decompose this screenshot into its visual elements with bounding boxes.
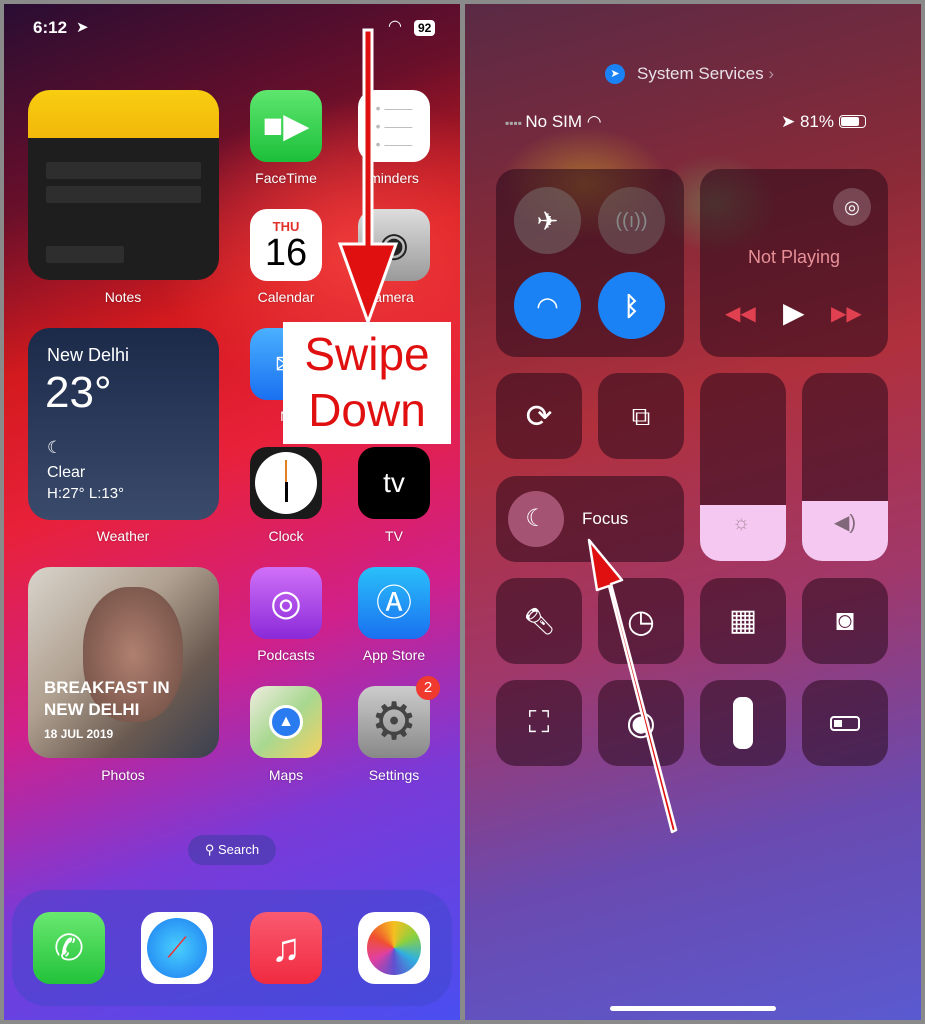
music-app[interactable]: ♫ xyxy=(250,912,322,984)
photos-app[interactable] xyxy=(358,912,430,984)
swipe-down-annotation: Swipe Down xyxy=(283,322,451,444)
podcasts-label: Podcasts xyxy=(257,647,315,663)
apple-tv-logo: tv xyxy=(383,467,405,498)
appstore-app[interactable]: Ⓐ xyxy=(358,567,430,639)
photo-memory-title: BREAKFAST IN NEW DELHI xyxy=(44,678,170,719)
gear-icon: ⚙ xyxy=(370,693,418,751)
settings-badge: 2 xyxy=(416,676,440,700)
photos-widget[interactable]: BREAKFAST IN NEW DELHI 18 JUL 2019 xyxy=(28,567,219,758)
appstore-label: App Store xyxy=(362,647,426,663)
moon-icon: ☾ xyxy=(47,438,63,457)
weather-range: H:27° L:13° xyxy=(47,485,125,502)
maps-label: Maps xyxy=(268,767,304,783)
photo-date: 18 JUL 2019 xyxy=(44,727,114,741)
clock-app[interactable] xyxy=(250,447,322,519)
appstore-icon: Ⓐ xyxy=(375,582,412,623)
weather-widget[interactable]: New Delhi 23° ☾ Clear H:27° L:13° xyxy=(28,328,219,520)
maps-app[interactable]: ▲ xyxy=(250,686,322,758)
clock-face-icon xyxy=(255,452,317,514)
focus-pointer-arrow xyxy=(587,538,678,834)
safari-app[interactable]: ⟋ xyxy=(141,912,213,984)
music-note-icon: ♫ xyxy=(271,926,301,970)
podcast-icon: ◎ xyxy=(270,582,302,623)
tv-app[interactable]: tv xyxy=(358,447,430,519)
photos-label: Photos xyxy=(101,767,145,783)
podcasts-app[interactable]: ◎ xyxy=(250,567,322,639)
weather-temp: 23° xyxy=(45,368,112,417)
photos-flower-icon xyxy=(367,921,421,975)
weather-label: Weather xyxy=(96,528,150,544)
home-screen: 6:12 ➤ ◠ 92 Notes ■▶ FaceTime • —— • —— • … xyxy=(4,4,460,1020)
tv-label: TV xyxy=(385,528,403,544)
control-center: ➤ System Services › ▪▪▪▪ No SIM ◠ ➤ 81% … xyxy=(465,4,921,1020)
weather-city: New Delhi xyxy=(47,345,130,365)
weather-condition: Clear xyxy=(47,464,86,481)
swipe-down-arrow xyxy=(337,28,399,327)
settings-label: Settings xyxy=(368,767,420,783)
home-indicator[interactable] xyxy=(610,1006,776,1011)
clock-label: Clock xyxy=(268,528,304,544)
map-arrow-icon: ▲ xyxy=(269,705,303,739)
phone-app[interactable]: ✆ xyxy=(33,912,105,984)
search-button[interactable]: ⚲ Search xyxy=(188,835,276,865)
search-icon: ⚲ xyxy=(204,842,218,857)
compass-icon: ⟋ xyxy=(147,918,207,978)
search-label: Search xyxy=(217,842,260,857)
phone-icon: ✆ xyxy=(53,927,85,968)
